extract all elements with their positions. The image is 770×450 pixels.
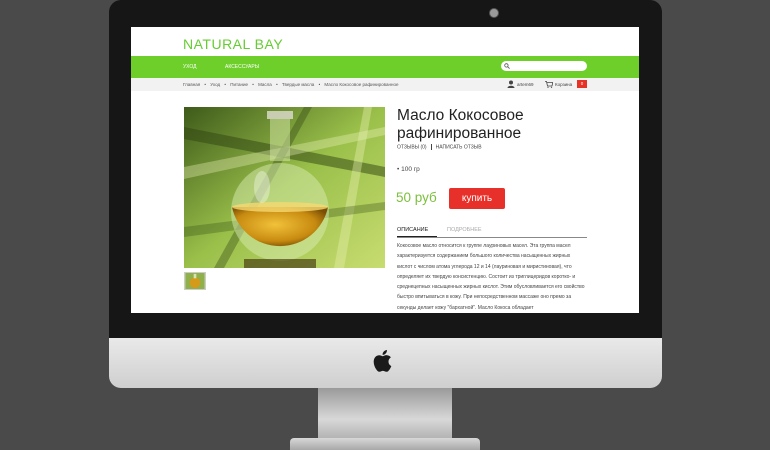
breadcrumb-nutrition[interactable]: Питание [230,82,248,87]
breadcrumb-separator: • [204,82,206,87]
buy-button[interactable]: купить [449,188,505,209]
breadcrumb-care[interactable]: Уход [210,82,220,87]
variant-option[interactable]: • 100 гр [397,166,420,173]
breadcrumb: Главная • Уход • Питание • Масла • Тверд… [183,82,402,87]
breadcrumb-solid-oils[interactable]: Твердые масла [282,82,314,87]
review-divider [430,144,432,150]
product-image[interactable] [184,107,385,268]
product-title: Масло Кокосовое рафинированное [397,107,524,142]
nav-item-care[interactable]: УХОД [183,64,197,70]
breadcrumb-separator: • [224,82,226,87]
camera-icon [489,8,499,18]
breadcrumb-oils[interactable]: Масла [258,82,272,87]
product-description: Кокосовое масло относится к группе лаури… [397,243,585,311]
product-tabs: ОПИСАНИЕ ПОДРОБНЕЕ [397,227,587,238]
cart-count-badge[interactable]: 0 [577,80,587,88]
cart-link[interactable]: Корзина [555,82,572,87]
user-icon[interactable] [507,80,515,88]
active-tab-indicator [397,236,437,237]
browser-screen: NATURAL BAY УХОД АКСЕССУАРЫ Главная • Ух… [131,27,639,313]
breadcrumb-separator: • [318,82,321,87]
cart-icon[interactable] [545,81,553,88]
breadcrumb-separator: • [276,82,278,87]
monitor-stand-base [290,438,480,450]
reviews-link[interactable]: ОТЗЫВЫ (0) [397,144,427,150]
variant-label: 100 гр [401,166,420,173]
search-input[interactable] [501,61,587,71]
main-navbar: УХОД АКСЕССУАРЫ [131,56,639,78]
breadcrumb-separator: • [252,82,254,87]
breadcrumb-bar: Главная • Уход • Питание • Масла • Тверд… [131,78,639,91]
product-thumbnail[interactable] [184,272,206,290]
nav-item-accessories[interactable]: АКСЕССУАРЫ [225,64,259,70]
apple-logo-icon [373,350,392,372]
user-name[interactable]: artem69 [517,82,534,87]
tab-details[interactable]: ПОДРОБНЕЕ [447,227,482,233]
breadcrumb-home[interactable]: Главная [183,82,200,87]
tab-description[interactable]: ОПИСАНИЕ [397,227,428,233]
search-icon [504,63,510,69]
write-review-link[interactable]: НАПИСАТЬ ОТЗЫВ [436,144,482,150]
site-logo[interactable]: NATURAL BAY [183,36,283,52]
product-price: 50 руб [396,190,437,205]
review-row: ОТЗЫВЫ (0) НАПИСАТЬ ОТЗЫВ [397,144,482,150]
breadcrumb-current: Масло Кокосовое рафинированное [324,82,399,87]
monitor-stand [318,388,452,440]
